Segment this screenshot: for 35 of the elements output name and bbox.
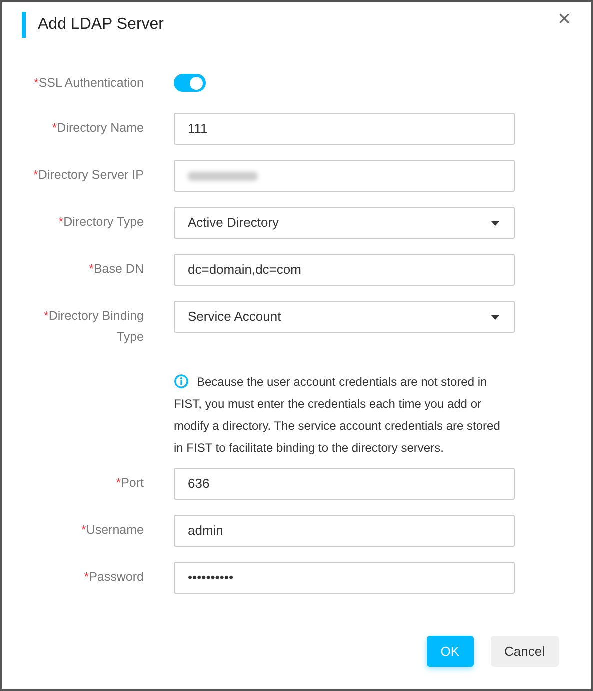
input-field[interactable]: 111 [174,113,515,145]
required-mark: * [34,168,38,182]
required-mark: * [58,215,64,229]
required-mark: * [116,476,122,490]
required-mark: * [52,121,58,135]
input-field[interactable]: admin [174,515,515,547]
field-label: Password [89,570,144,584]
required-mark: * [34,76,39,90]
info-icon [174,374,189,389]
field-label: Directory Type [64,215,144,229]
field-label: SSL Authentication [38,76,144,90]
cancel-button[interactable]: Cancel [490,636,559,667]
input-field[interactable]: 636 [174,468,515,500]
dropdown[interactable]: Service Account [174,301,515,333]
dialog-title: Add LDAP Server [38,15,164,35]
input-field[interactable]: •••••••••• [174,562,515,594]
field-label: Port [121,476,144,490]
toggle-switch[interactable] [174,74,206,92]
field-label: Base DN [94,262,144,276]
required-mark: * [89,262,94,276]
dropdown[interactable]: Active Directory [174,207,515,239]
required-mark: * [44,309,49,323]
input-field[interactable]: dc=domain,dc=com [174,254,515,286]
required-mark: * [81,523,86,537]
field-label: Username [86,523,144,537]
title-accent [22,12,26,38]
field-label: Directory Server IP [38,168,144,182]
info-note: Because the user account credentials are not stored in FIST, you must enter the credentials each time you add or modify a directory. The service account credentials are stored in FIST to facilitate binding to the directory servers. [174,373,502,457]
field-label: Directory Binding Type [48,309,144,344]
caret-icon [491,314,500,320]
field-label: Directory Name [57,121,144,135]
close-button[interactable]: × [558,8,571,30]
required-mark: * [84,570,90,584]
input-field[interactable] [174,160,515,192]
caret-icon [491,220,500,226]
